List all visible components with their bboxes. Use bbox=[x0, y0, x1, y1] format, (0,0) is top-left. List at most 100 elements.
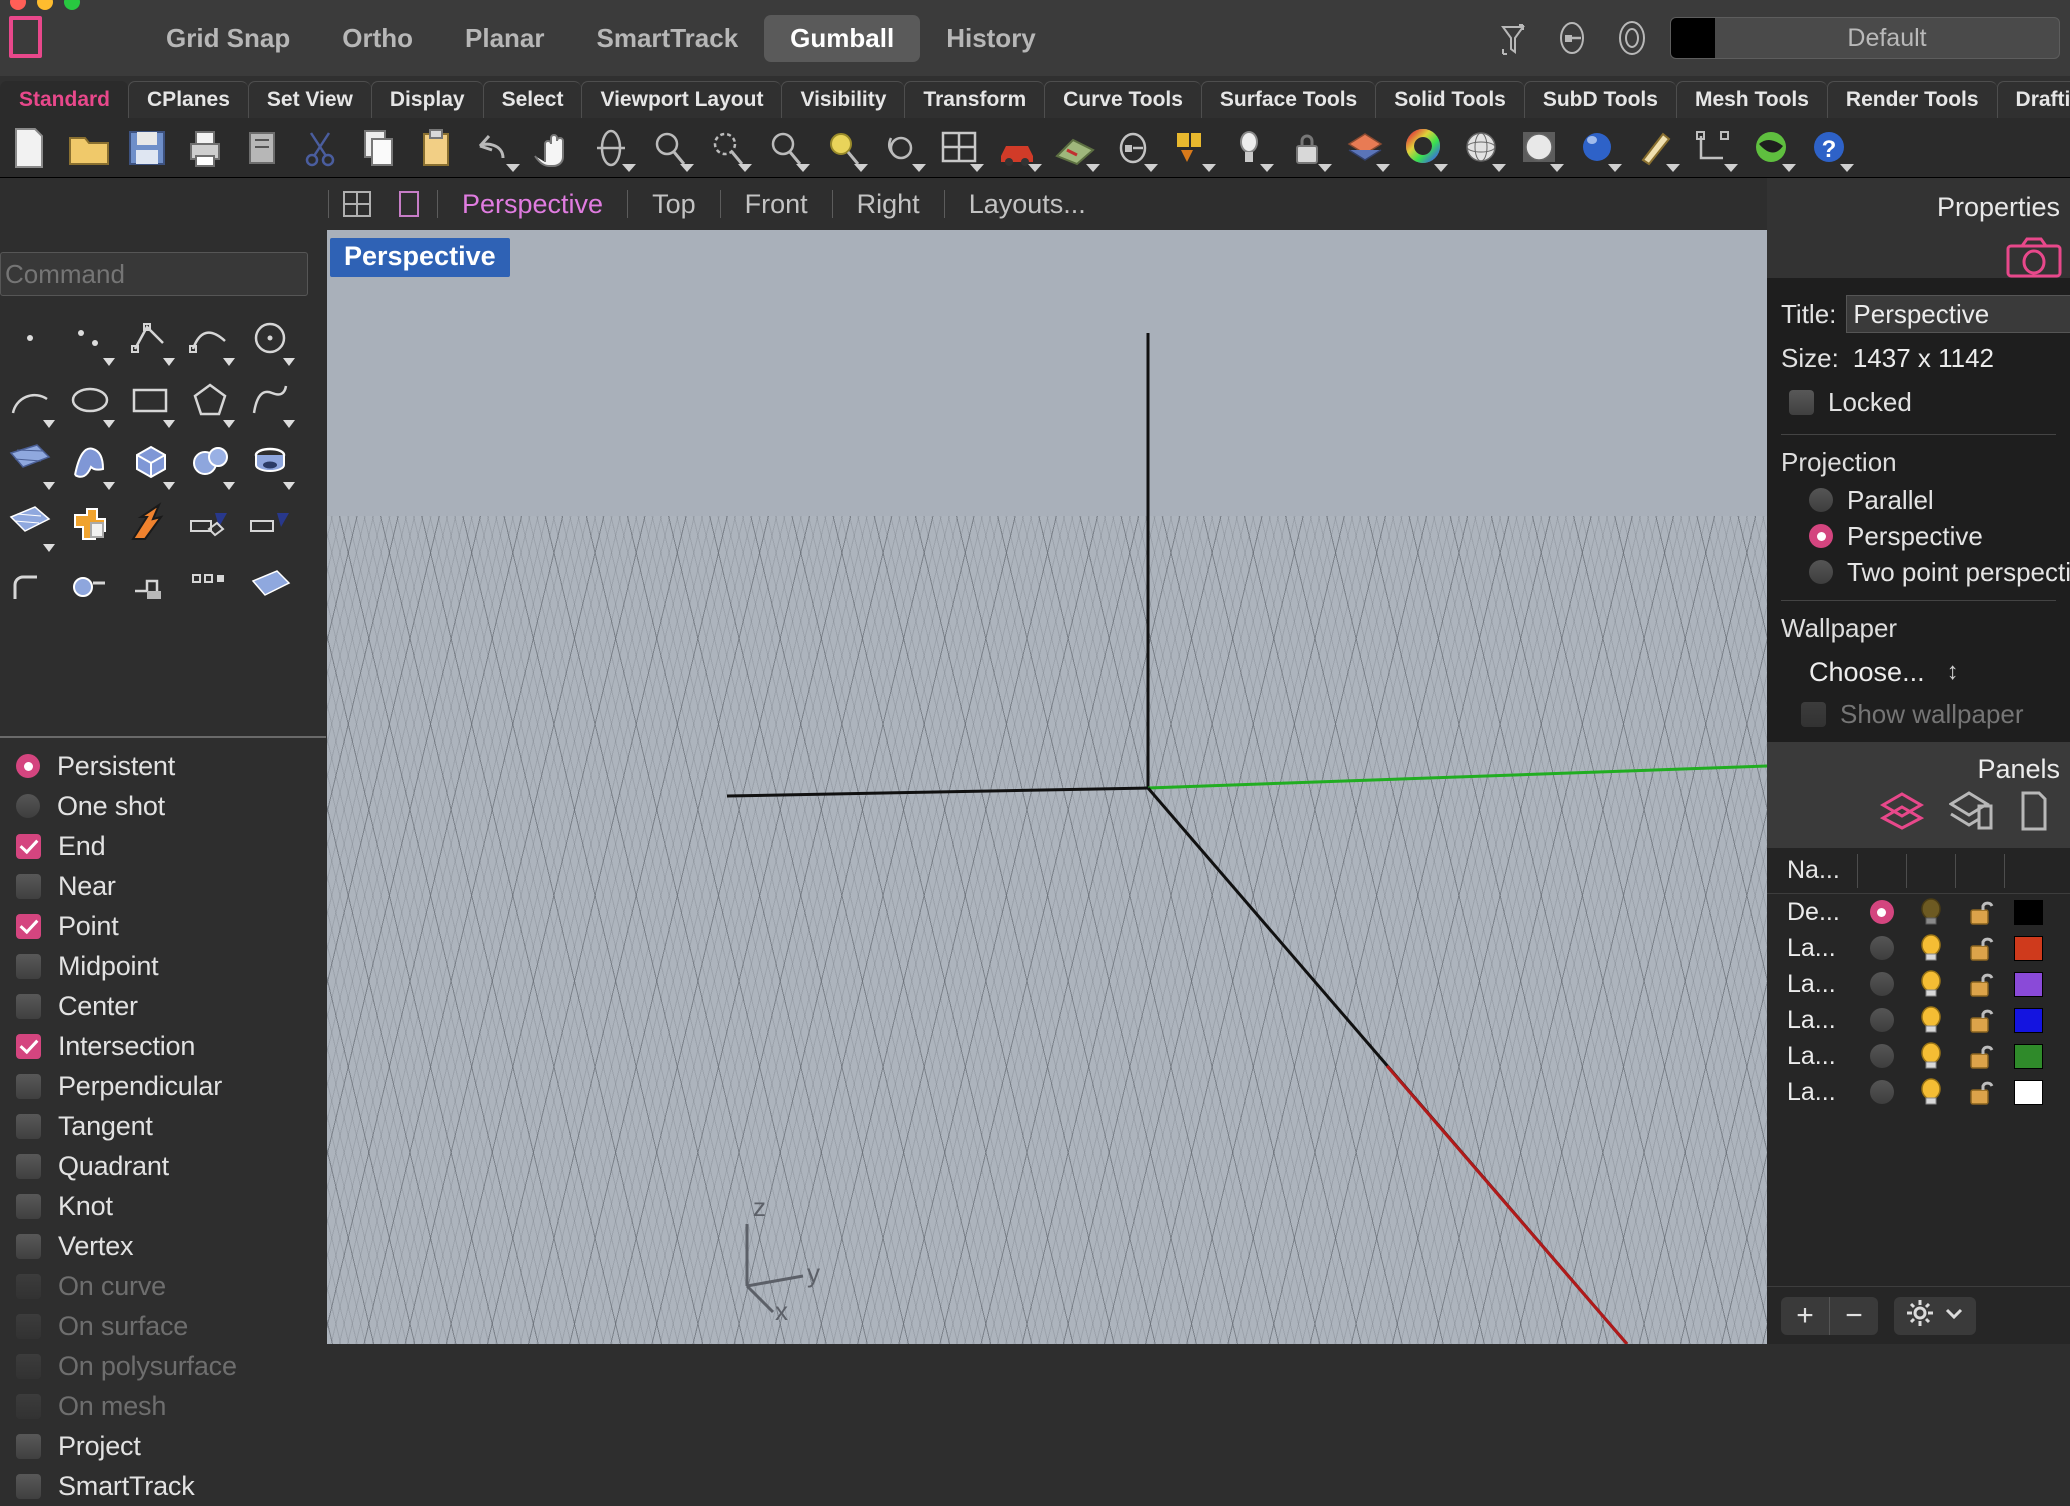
viewport-tab-layouts[interactable]: Layouts... bbox=[947, 189, 1108, 220]
dropdown-carat-icon[interactable] bbox=[912, 164, 926, 172]
dropdown-carat-icon[interactable] bbox=[738, 164, 752, 172]
tab-visibility[interactable]: Visibility bbox=[781, 81, 904, 118]
radio-two-point-perspective[interactable] bbox=[1809, 560, 1833, 584]
extrude-icon[interactable] bbox=[180, 495, 240, 555]
checkbox-quadrant[interactable] bbox=[16, 1154, 41, 1179]
osnap-near[interactable]: Near bbox=[0, 866, 326, 906]
named-views-icon[interactable] bbox=[1104, 122, 1162, 174]
dropdown-carat-icon[interactable] bbox=[1782, 164, 1796, 172]
sphere-icon[interactable] bbox=[180, 433, 240, 493]
layer-state-icon[interactable] bbox=[1550, 16, 1594, 60]
dropdown-carat-icon[interactable] bbox=[283, 482, 295, 490]
radio-parallel[interactable] bbox=[1809, 488, 1833, 512]
wallpaper-choose-dropdown[interactable]: Choose... ↕ bbox=[1767, 648, 2070, 696]
tab-subd-tools[interactable]: SubD Tools bbox=[1524, 81, 1676, 118]
surface-patch-icon[interactable] bbox=[0, 495, 60, 555]
tab-transform[interactable]: Transform bbox=[904, 81, 1044, 118]
dropdown-carat-icon[interactable] bbox=[163, 358, 175, 366]
show-wallpaper-row[interactable]: Show wallpaper bbox=[1767, 696, 2070, 732]
dropdown-carat-icon[interactable] bbox=[1202, 164, 1216, 172]
toggle-ortho[interactable]: Ortho bbox=[316, 15, 439, 62]
help-icon[interactable]: ? bbox=[1800, 122, 1858, 174]
osnap-smarttrack[interactable]: SmartTrack bbox=[0, 1466, 326, 1506]
undo-icon[interactable] bbox=[466, 122, 524, 174]
new-file-icon[interactable] bbox=[2, 122, 60, 174]
layer-lock-icon[interactable] bbox=[1955, 1041, 2004, 1071]
radio-perspective[interactable] bbox=[1809, 524, 1833, 548]
dropdown-carat-icon[interactable] bbox=[796, 164, 810, 172]
checkbox-vertex[interactable] bbox=[16, 1234, 41, 1259]
curve-icon[interactable] bbox=[180, 309, 240, 369]
projection-perspective[interactable]: Perspective bbox=[1767, 518, 2070, 554]
layer-row[interactable]: La... bbox=[1767, 1002, 2070, 1038]
dropdown-carat-icon[interactable] bbox=[43, 420, 55, 428]
checkbox-midpoint[interactable] bbox=[16, 954, 41, 979]
layer-row[interactable]: La... bbox=[1767, 1038, 2070, 1074]
zoom-selected-icon[interactable] bbox=[756, 122, 814, 174]
dropdown-carat-icon[interactable] bbox=[1028, 164, 1042, 172]
layer-visibility-icon[interactable] bbox=[1906, 1077, 1955, 1107]
dropdown-carat-icon[interactable] bbox=[103, 482, 115, 490]
toggle-history[interactable]: History bbox=[920, 15, 1062, 62]
render-preview-icon[interactable] bbox=[1046, 122, 1104, 174]
layer-color-swatch[interactable] bbox=[2014, 1008, 2043, 1033]
layer-row[interactable]: La... bbox=[1767, 930, 2070, 966]
layer-color-swatch[interactable] bbox=[2014, 936, 2043, 961]
loft-surface-icon[interactable] bbox=[60, 433, 120, 493]
surface-edge-icon[interactable] bbox=[0, 433, 60, 493]
tab-cplanes[interactable]: CPlanes bbox=[128, 81, 248, 118]
checkbox-knot[interactable] bbox=[16, 1194, 41, 1219]
osnap-vertex[interactable]: Vertex bbox=[0, 1226, 326, 1266]
dropdown-carat-icon[interactable] bbox=[43, 482, 55, 490]
array-icon[interactable] bbox=[180, 557, 240, 617]
paste-icon[interactable] bbox=[408, 122, 466, 174]
render-car-icon[interactable] bbox=[988, 122, 1046, 174]
osnap-intersection[interactable]: Intersection bbox=[0, 1026, 326, 1066]
toggle-smarttrack[interactable]: SmartTrack bbox=[571, 15, 765, 62]
viewport-tab-front[interactable]: Front bbox=[723, 189, 830, 220]
circle-icon[interactable] bbox=[240, 309, 300, 369]
show-wallpaper-checkbox[interactable] bbox=[1801, 702, 1826, 727]
tab-render-tools[interactable]: Render Tools bbox=[1827, 81, 1997, 118]
layer-current-radio[interactable] bbox=[1870, 936, 1894, 960]
osnap-point[interactable]: Point bbox=[0, 906, 326, 946]
blend-icon[interactable] bbox=[60, 557, 120, 617]
radio-one-shot[interactable] bbox=[16, 794, 40, 818]
dropdown-carat-icon[interactable] bbox=[283, 420, 295, 428]
layer-color-swatch[interactable] bbox=[2014, 972, 2043, 997]
tab-display[interactable]: Display bbox=[371, 81, 483, 118]
dropdown-carat-icon[interactable] bbox=[1550, 164, 1564, 172]
layer-visibility-icon[interactable] bbox=[1906, 897, 1955, 927]
four-view-icon[interactable] bbox=[331, 189, 383, 219]
checkbox-near[interactable] bbox=[16, 874, 41, 899]
current-layer-selector[interactable]: Default bbox=[1670, 17, 2060, 59]
dropdown-carat-icon[interactable] bbox=[103, 420, 115, 428]
dimension-icon[interactable] bbox=[1684, 122, 1742, 174]
osnap-tangent[interactable]: Tangent bbox=[0, 1106, 326, 1146]
dropdown-carat-icon[interactable] bbox=[1318, 164, 1332, 172]
shaded-sphere-icon[interactable] bbox=[1452, 122, 1510, 174]
dropdown-carat-icon[interactable] bbox=[1840, 164, 1854, 172]
dropdown-carat-icon[interactable] bbox=[854, 164, 868, 172]
zoom-window-icon[interactable] bbox=[698, 122, 756, 174]
copy-icon[interactable] bbox=[350, 122, 408, 174]
offset-icon[interactable] bbox=[240, 495, 300, 555]
polygon-icon[interactable] bbox=[180, 371, 240, 431]
layer-row[interactable]: La... bbox=[1767, 1074, 2070, 1110]
layer-color-swatch[interactable] bbox=[2014, 1080, 2043, 1105]
layers-sublayer-icon[interactable] bbox=[1949, 790, 1995, 837]
layers-icon[interactable] bbox=[1879, 790, 1925, 837]
osnap-center[interactable]: Center bbox=[0, 986, 326, 1026]
boolean-union-icon[interactable] bbox=[60, 495, 120, 555]
pan-hand-icon[interactable] bbox=[524, 122, 582, 174]
checkbox-center[interactable] bbox=[16, 994, 41, 1019]
circle-outline-icon[interactable] bbox=[1610, 16, 1654, 60]
filter-funnel-icon[interactable] bbox=[1490, 16, 1534, 60]
radio-persistent[interactable] bbox=[16, 754, 40, 778]
layer-color-swatch[interactable] bbox=[2014, 900, 2043, 925]
perspective-viewport[interactable]: Perspective z y x bbox=[327, 230, 1767, 1344]
checkbox-smarttrack[interactable] bbox=[16, 1474, 41, 1499]
layer-visibility-icon[interactable] bbox=[1906, 969, 1955, 999]
locked-row[interactable]: Locked bbox=[1767, 380, 2070, 424]
layer-row[interactable]: De... bbox=[1767, 894, 2070, 930]
